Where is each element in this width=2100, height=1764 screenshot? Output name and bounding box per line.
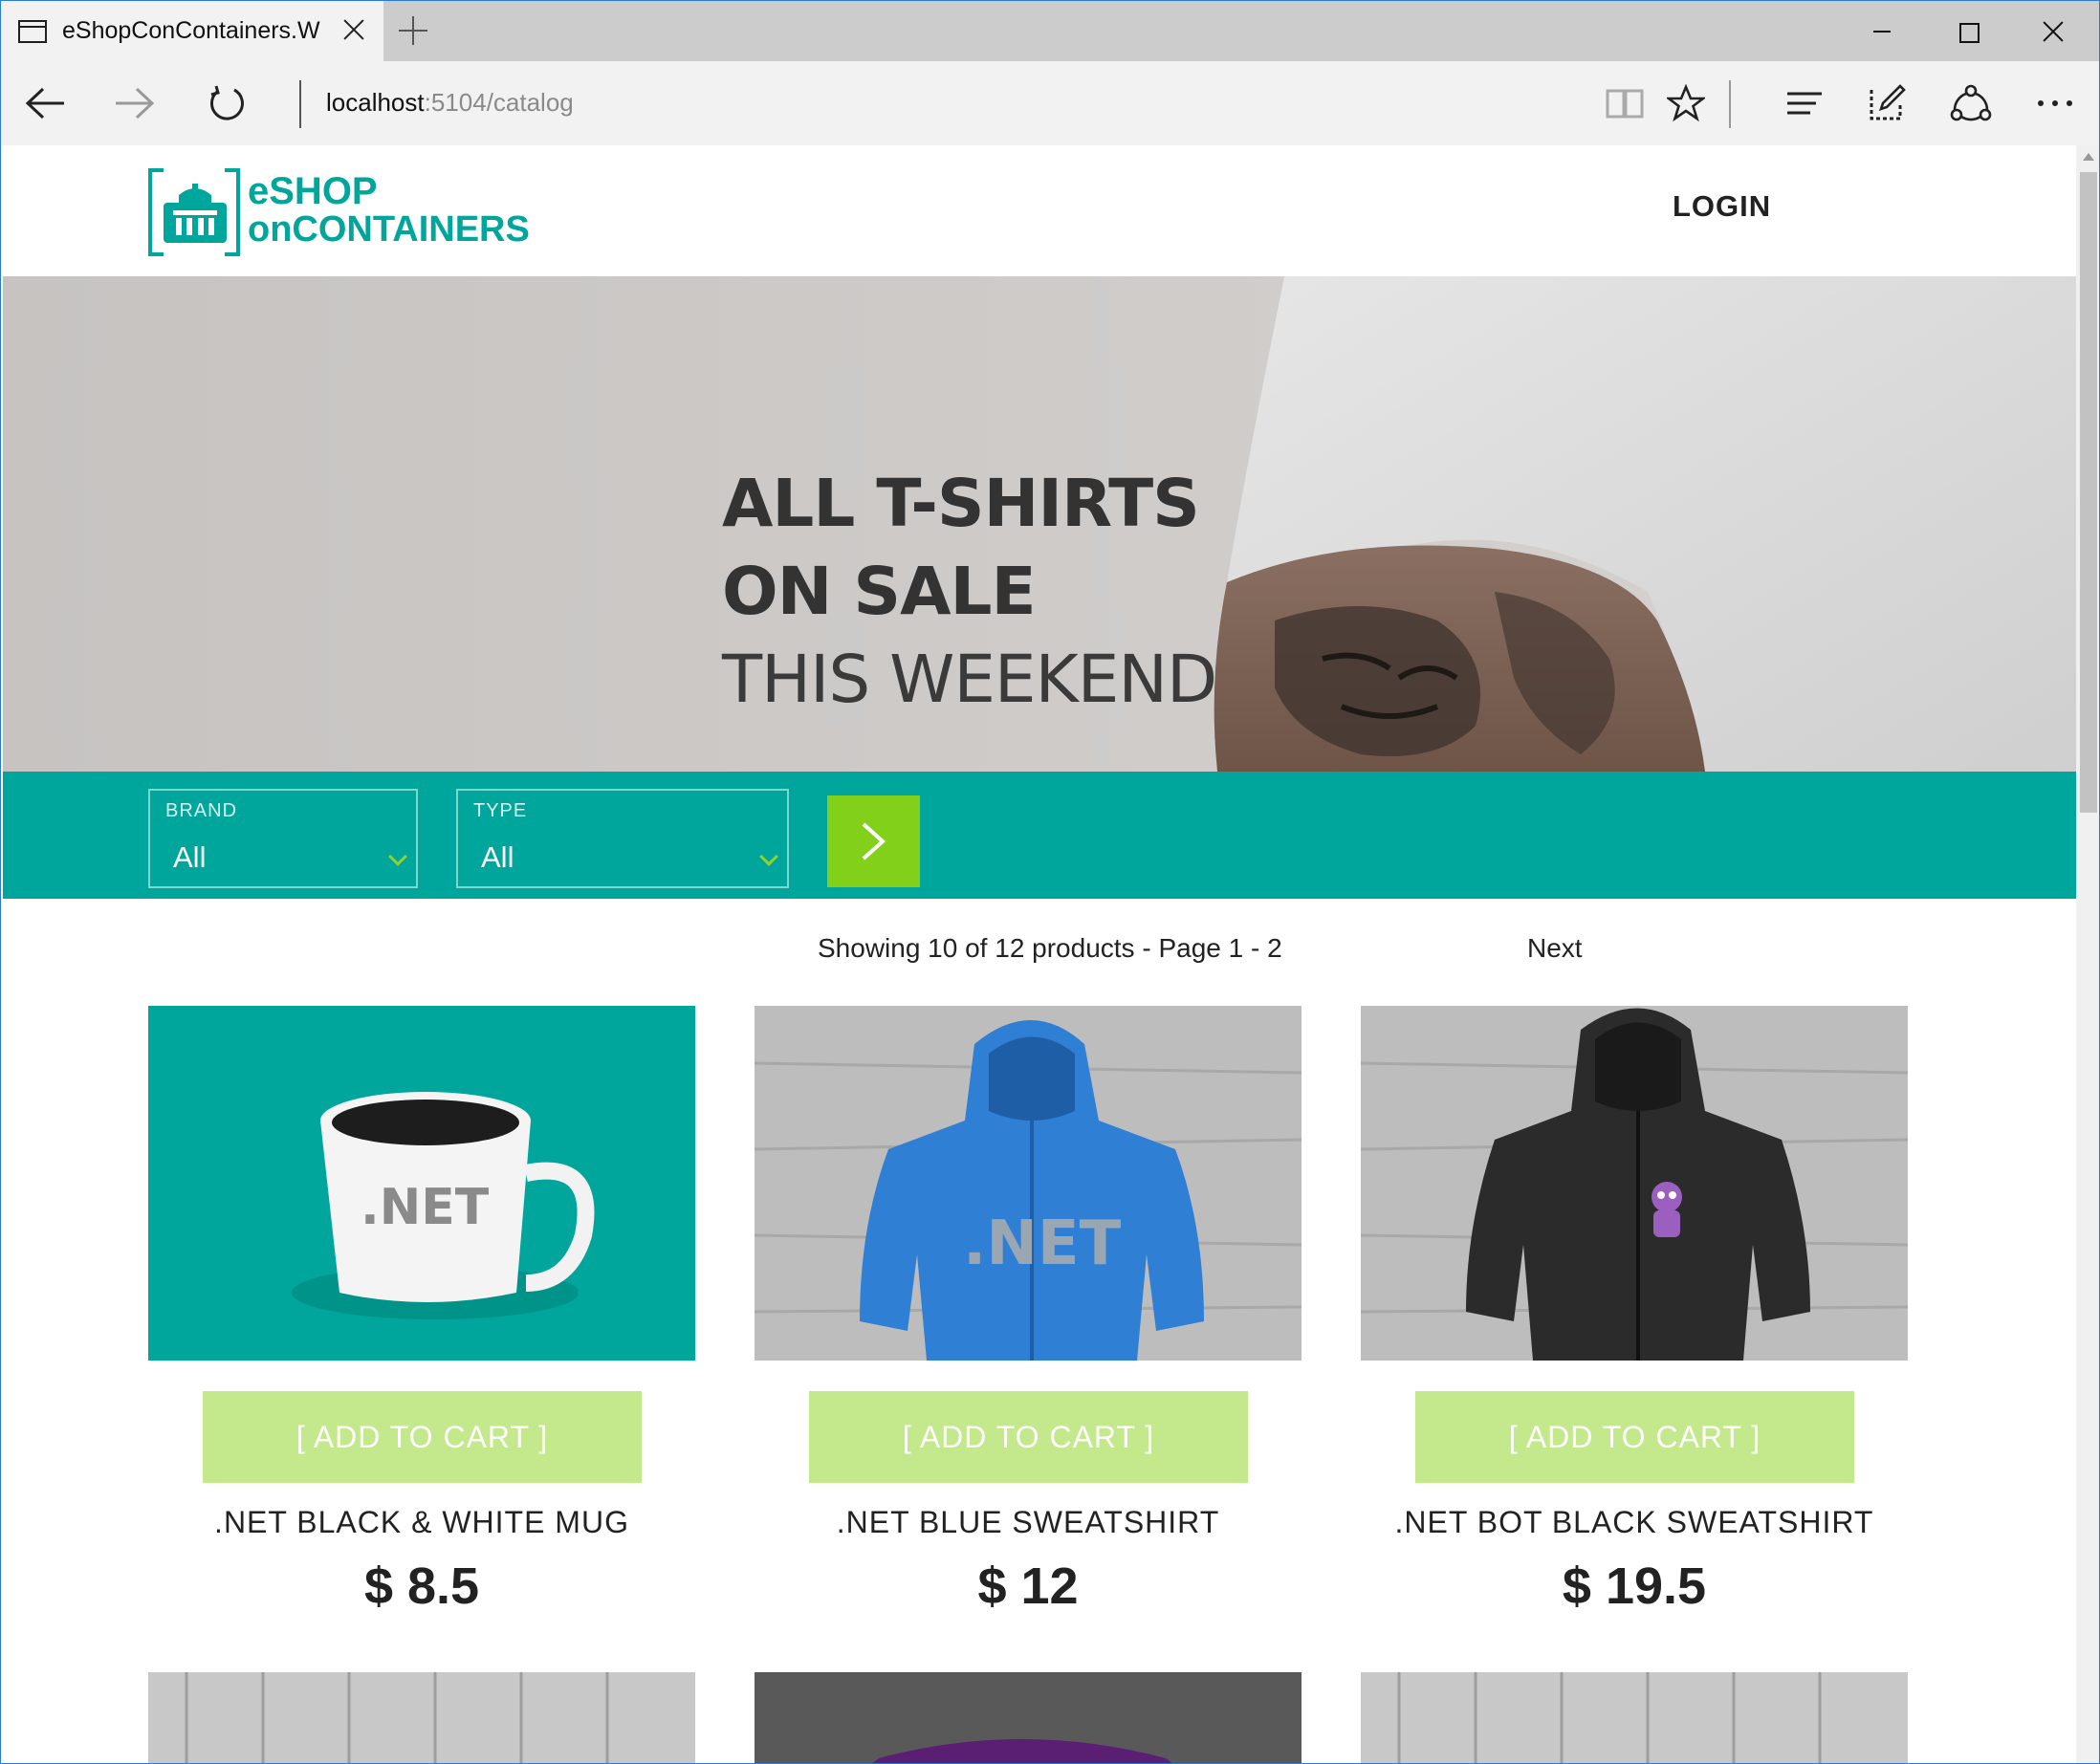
mug-print: .NET — [361, 1179, 490, 1236]
address-path: :5104/catalog — [424, 88, 574, 117]
logo-text-oncontainers: onCONTAINERS — [248, 209, 530, 250]
tab-strip: eShopConContainers.W — [1, 1, 2099, 61]
apply-filter-button[interactable] — [827, 795, 920, 887]
product-name: .NET BLUE SWEATSHIRT — [836, 1505, 1220, 1539]
chevron-down-icon — [759, 847, 778, 866]
close-window-button[interactable] — [2009, 1, 2095, 61]
web-note-icon[interactable] — [1860, 76, 1914, 130]
back-arrow-icon[interactable] — [18, 76, 72, 130]
minimize-button[interactable] — [1839, 1, 1925, 61]
login-link[interactable]: LOGIN — [1673, 189, 1771, 224]
type-filter-label: TYPE — [473, 800, 528, 821]
product-price: $ 8.5 — [363, 1557, 480, 1615]
brand-filter-select[interactable]: BRAND All — [148, 789, 418, 888]
type-filter-value: All — [481, 840, 514, 874]
brand-filter-label: BRAND — [165, 800, 238, 821]
scroll-up-icon[interactable] — [2083, 153, 2094, 161]
add-to-cart-button[interactable]: [ ADD TO CART ] — [1415, 1391, 1854, 1483]
address-separator — [299, 80, 301, 128]
browser-toolbar: localhost:5104/catalog — [1, 61, 2099, 145]
next-page-link[interactable]: Next — [1527, 933, 1583, 964]
product-image-partial[interactable] — [148, 1672, 695, 1764]
chevron-right-icon — [862, 822, 886, 860]
scroll-thumb[interactable] — [2080, 172, 2097, 813]
maximize-button[interactable] — [1924, 1, 2010, 61]
tab-close-icon[interactable] — [338, 14, 370, 47]
black-hoodie-image[interactable] — [1361, 1006, 1908, 1361]
browser-tab[interactable]: eShopConContainers.W — [1, 1, 383, 61]
forward-arrow-icon[interactable] — [108, 76, 162, 130]
bank-icon — [164, 184, 227, 243]
chevron-down-icon — [388, 847, 407, 866]
site-logo[interactable]: eSHOP onCONTAINERS — [148, 168, 550, 258]
product-price: $ 12 — [977, 1557, 1079, 1615]
hero-line-3: THIS WEEKEND — [722, 642, 1217, 718]
blue-hoodie-image[interactable]: .NET — [755, 1006, 1302, 1361]
vertical-scrollbar[interactable] — [2076, 145, 2099, 1763]
hero-line-1: ALL T-SHIRTS — [722, 466, 1200, 542]
site-header: eSHOP onCONTAINERS LOGIN — [3, 145, 2076, 276]
brand-filter-value: All — [173, 840, 207, 874]
hero-headline: ALL T-SHIRTS ON SALE THIS WEEKEND — [722, 460, 1217, 724]
address-bar[interactable]: localhost:5104/catalog — [326, 88, 574, 118]
page-icon — [18, 20, 47, 43]
refresh-icon[interactable] — [200, 76, 253, 130]
browser-window: eShopConContainers.W localhost:5104/cata… — [0, 0, 2100, 1764]
add-to-cart-button[interactable]: [ ADD TO CART ] — [203, 1391, 642, 1483]
product-name: .NET BOT BLACK SWEATSHIRT — [1394, 1505, 1874, 1539]
new-tab-icon[interactable] — [397, 14, 429, 47]
address-host: localhost — [326, 88, 425, 117]
page-viewport: eSHOP onCONTAINERS LOGIN ALL T-SHIRTS ON… — [3, 145, 2076, 1764]
hoodie-print: .NET — [963, 1209, 1122, 1279]
logo-text-eshop: eSHOP — [248, 170, 378, 212]
product-price: $ 19.5 — [1562, 1557, 1707, 1615]
more-dots-icon[interactable] — [2028, 76, 2082, 130]
hero-line-2: ON SALE — [722, 554, 1037, 630]
mug-image[interactable]: .NET — [148, 1006, 695, 1361]
add-to-cart-button[interactable]: [ ADD TO CART ] — [809, 1391, 1248, 1483]
hero-banner: ALL T-SHIRTS ON SALE THIS WEEKEND — [3, 276, 2076, 772]
tab-title: eShopConContainers.W — [62, 17, 320, 44]
product-name: .NET BLACK & WHITE MUG — [214, 1505, 629, 1539]
toolbar-separator — [1729, 80, 1731, 128]
reading-view-icon[interactable] — [1598, 76, 1652, 130]
pagination-info: Showing 10 of 12 products - Page 1 - 2 — [818, 933, 1282, 963]
product-image-partial[interactable] — [1361, 1672, 1908, 1764]
product-image-partial[interactable] — [755, 1672, 1302, 1764]
type-filter-select[interactable]: TYPE All — [456, 789, 789, 888]
share-icon[interactable] — [1944, 76, 1998, 130]
favorite-star-icon[interactable] — [1659, 76, 1713, 130]
hub-icon[interactable] — [1778, 76, 1831, 130]
catalog-filter-bar: BRAND All TYPE All — [3, 772, 2076, 899]
